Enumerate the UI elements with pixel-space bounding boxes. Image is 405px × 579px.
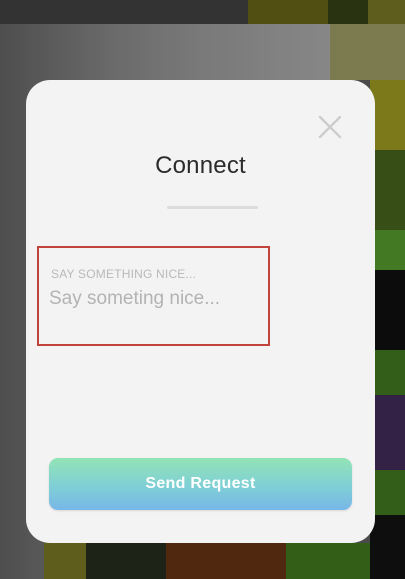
close-button[interactable] xyxy=(317,114,343,140)
message-field-label: SAY SOMETHING NICE... xyxy=(51,267,197,281)
title-divider xyxy=(167,206,258,209)
message-input[interactable] xyxy=(49,284,249,314)
send-request-button[interactable]: Send Request xyxy=(49,458,352,510)
connect-dialog: Connect SAY SOMETHING NICE... Send Reque… xyxy=(26,80,375,543)
dialog-title: Connect xyxy=(155,152,246,179)
close-icon xyxy=(318,115,342,139)
message-field[interactable]: SAY SOMETHING NICE... xyxy=(37,246,270,346)
